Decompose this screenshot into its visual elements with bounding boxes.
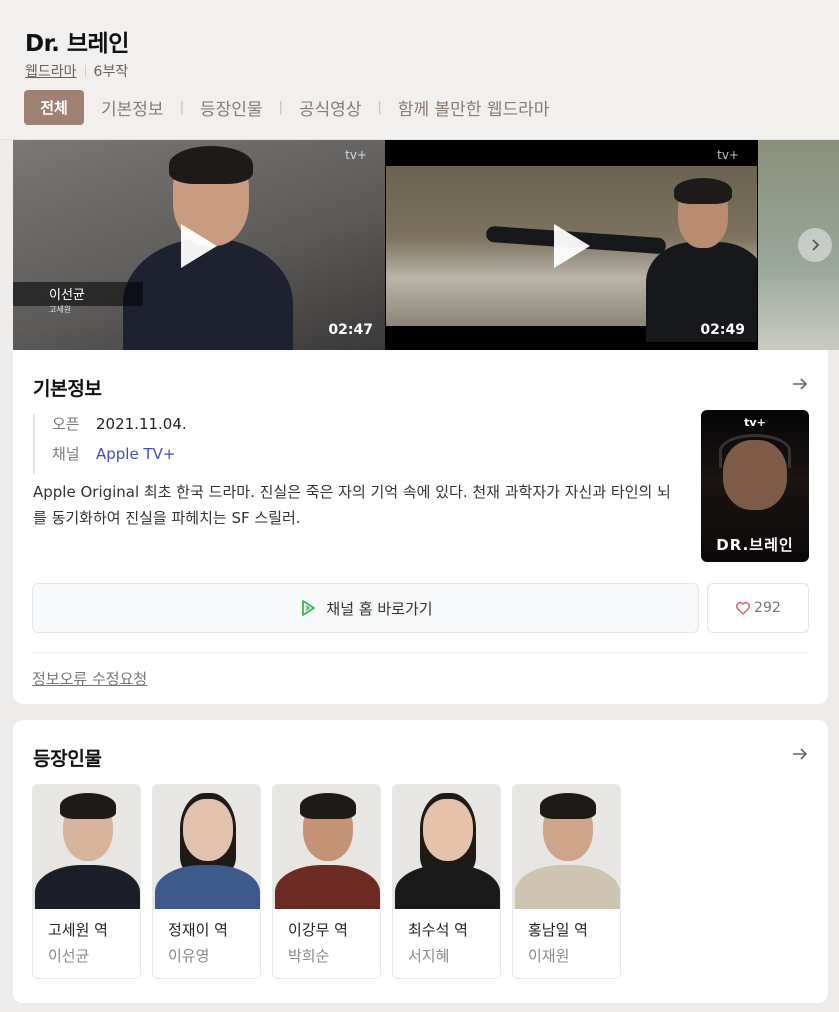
cast-role: 최수석 역 bbox=[408, 921, 468, 939]
cast-title: 등장인물 bbox=[33, 748, 102, 770]
genre-link[interactable]: 웹드라마 bbox=[25, 61, 77, 81]
open-label: 오픈 bbox=[52, 415, 80, 433]
play-outline-icon bbox=[302, 600, 316, 616]
cast-actor: 이유영 bbox=[168, 947, 210, 965]
cast-role: 홍남일 역 bbox=[528, 921, 588, 939]
basic-info-card: 기본정보 오픈 2021.11.04. 채널 Apple TV+ Apple O… bbox=[13, 350, 828, 704]
cast-card: 등장인물 고세원 역 이선균 정재이 역 이유영 이강무 역 박희순 최수석 역… bbox=[13, 720, 828, 1003]
arrow-right-icon[interactable] bbox=[790, 374, 810, 394]
tab-divider: | bbox=[377, 100, 382, 115]
meta-divider bbox=[84, 65, 86, 77]
tab-all[interactable]: 전체 bbox=[24, 90, 84, 125]
video-person-image bbox=[646, 178, 757, 342]
channel-link[interactable]: Apple TV+ bbox=[96, 444, 175, 464]
section-divider bbox=[32, 652, 809, 653]
episode-count: 6부작 bbox=[93, 64, 129, 80]
appletv-watermark: tv+ bbox=[717, 148, 739, 162]
cast-member[interactable]: 정재이 역 이유영 bbox=[152, 784, 261, 979]
cast-photo bbox=[153, 785, 260, 909]
channel-home-label: 채널 홈 바로가기 bbox=[326, 599, 433, 618]
description: Apple Original 최초 한국 드라마. 진실은 죽은 자의 기억 속… bbox=[33, 483, 671, 527]
cast-role: 정재이 역 bbox=[168, 921, 228, 939]
cast-actor: 박희순 bbox=[288, 947, 330, 965]
tab-divider: | bbox=[278, 100, 283, 115]
page-title: Dr. 브레인 bbox=[25, 31, 129, 57]
play-icon[interactable] bbox=[554, 224, 590, 268]
arrow-right-icon[interactable] bbox=[790, 744, 810, 764]
info-list: 오픈 2021.11.04. 채널 Apple TV+ bbox=[33, 414, 187, 474]
info-row-channel: 채널 Apple TV+ bbox=[52, 444, 187, 464]
cast-role: 이강무 역 bbox=[288, 921, 348, 939]
meta-row: 웹드라마 6부작 bbox=[25, 61, 128, 81]
tab-official-videos[interactable]: 공식영상 bbox=[299, 95, 362, 120]
video-duration: 02:49 bbox=[700, 322, 745, 338]
caption-subtitle: 고세원 bbox=[49, 305, 72, 314]
open-date: 2021.11.04. bbox=[96, 415, 187, 433]
cast-actor: 이재원 bbox=[528, 947, 570, 965]
tab-characters[interactable]: 등장인물 bbox=[200, 95, 263, 120]
basic-info-title: 기본정보 bbox=[33, 378, 102, 400]
cast-member[interactable]: 홍남일 역 이재원 bbox=[512, 784, 621, 979]
cast-photo bbox=[33, 785, 140, 909]
poster-image[interactable]: tv+ DR.브레인 bbox=[701, 410, 809, 562]
heart-icon bbox=[736, 602, 751, 615]
video-thumbnail[interactable]: tv+ 02:49 bbox=[386, 140, 757, 350]
cast-actor: 이선균 bbox=[48, 947, 90, 965]
channel-label: 채널 bbox=[52, 445, 80, 463]
tab-basic-info[interactable]: 기본정보 bbox=[101, 95, 164, 120]
cast-member[interactable]: 최수석 역 서지혜 bbox=[392, 784, 501, 979]
channel-home-button[interactable]: 채널 홈 바로가기 bbox=[32, 583, 699, 633]
report-error-link[interactable]: 정보오류 수정요청 bbox=[32, 668, 147, 689]
chevron-right-icon bbox=[812, 239, 820, 251]
play-icon[interactable] bbox=[181, 224, 217, 268]
carousel-next-button[interactable] bbox=[798, 228, 832, 262]
cast-list: 고세원 역 이선균 정재이 역 이유영 이강무 역 박희순 최수석 역 서지혜 … bbox=[32, 784, 632, 979]
video-thumbnail[interactable]: tv+ 이선균 고세원 02:47 bbox=[13, 140, 385, 350]
cast-photo bbox=[393, 785, 500, 909]
video-duration: 02:47 bbox=[328, 322, 373, 338]
cast-photo bbox=[273, 785, 380, 909]
like-count: 292 bbox=[754, 600, 781, 616]
cast-role: 고세원 역 bbox=[48, 921, 108, 939]
cast-member[interactable]: 고세원 역 이선균 bbox=[32, 784, 141, 979]
video-carousel: tv+ 이선균 고세원 02:47 tv+ 02:49 bbox=[13, 140, 839, 350]
like-button[interactable]: 292 bbox=[707, 583, 809, 633]
cast-actor: 서지혜 bbox=[408, 947, 450, 965]
page-header: Dr. 브레인 웹드라마 6부작 전체 기본정보 | 등장인물 | 공식영상 |… bbox=[0, 0, 839, 140]
tab-bar: 전체 기본정보 | 등장인물 | 공식영상 | 함께 볼만한 웹드라마 bbox=[24, 90, 549, 125]
tab-divider: | bbox=[179, 100, 184, 115]
info-row-open: 오픈 2021.11.04. bbox=[52, 414, 187, 434]
cast-photo bbox=[513, 785, 620, 909]
cast-member[interactable]: 이강무 역 박희순 bbox=[272, 784, 381, 979]
name-caption: 이선균 bbox=[13, 282, 143, 306]
appletv-watermark: tv+ bbox=[345, 148, 367, 162]
tab-related-dramas[interactable]: 함께 볼만한 웹드라마 bbox=[398, 95, 550, 120]
